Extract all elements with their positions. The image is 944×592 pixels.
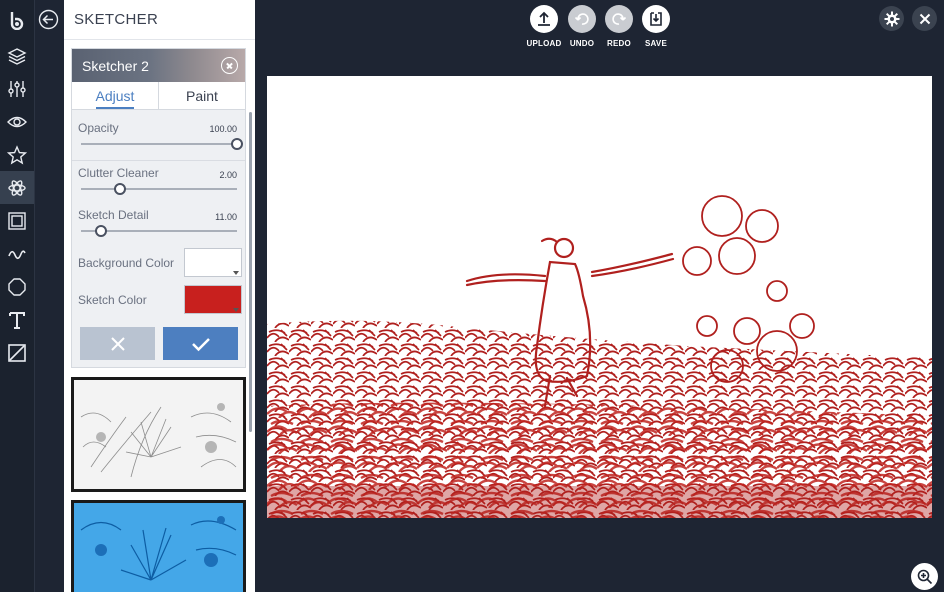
slider-knob[interactable]	[231, 138, 243, 150]
sketch-detail-label: Sketch Detail	[78, 208, 149, 222]
upload-label: UPLOAD	[526, 39, 562, 48]
settings-gear-icon[interactable]	[879, 6, 904, 31]
slider-knob[interactable]	[114, 183, 126, 195]
slider-track	[81, 143, 237, 145]
dropdown-arrow-icon	[233, 271, 239, 275]
close-icon	[110, 336, 125, 351]
close-editor-icon[interactable]	[912, 6, 937, 31]
upload-icon	[530, 5, 558, 33]
apply-button[interactable]	[163, 327, 238, 360]
eye-icon[interactable]	[0, 105, 34, 138]
dropdown-arrow-icon	[233, 308, 239, 312]
tab-paint-label: Paint	[186, 88, 218, 104]
background-color-swatch[interactable]	[184, 248, 242, 277]
panel-divider	[64, 39, 255, 40]
text-icon[interactable]	[0, 303, 34, 336]
upload-button[interactable]: UPLOAD	[524, 5, 564, 48]
preset-thumbnail-blue[interactable]	[71, 500, 246, 592]
tab-adjust-label: Adjust	[95, 88, 135, 109]
effects-icon[interactable]	[0, 171, 34, 204]
redo-label: REDO	[607, 39, 631, 48]
clutter-cleaner-label: Clutter Cleaner	[78, 166, 159, 180]
logo-icon[interactable]	[0, 3, 34, 36]
preset-thumbnail-pencil[interactable]	[71, 377, 246, 492]
panel-scrollbar[interactable]	[249, 112, 252, 432]
card-title: Sketcher 2	[82, 58, 149, 74]
opacity-slider[interactable]	[81, 137, 243, 151]
cancel-button[interactable]	[80, 327, 155, 360]
redo-button[interactable]: REDO	[599, 5, 639, 48]
image-canvas[interactable]	[267, 76, 932, 518]
sketch-detail-value: 11.00	[215, 212, 237, 222]
sketch-color-swatch[interactable]	[184, 285, 242, 314]
sketch-color-label: Sketch Color	[78, 293, 147, 307]
frame-icon[interactable]	[0, 204, 34, 237]
shape-icon[interactable]	[0, 270, 34, 303]
undo-button[interactable]: UNDO	[562, 5, 602, 48]
undo-label: UNDO	[569, 39, 595, 48]
save-icon	[642, 5, 670, 33]
redo-icon	[605, 5, 633, 33]
layers-icon[interactable]	[0, 39, 34, 72]
save-button[interactable]: SAVE	[636, 5, 676, 48]
background-color-label: Background Color	[78, 256, 175, 270]
back-arrow-icon[interactable]	[38, 9, 59, 30]
card-header: Sketcher 2	[72, 49, 245, 82]
sketch-image	[267, 195, 932, 518]
zoom-icon[interactable]	[911, 563, 938, 590]
back-column	[35, 0, 64, 592]
save-label: SAVE	[645, 39, 667, 48]
panel-title: SKETCHER	[74, 11, 159, 28]
icon-rail	[0, 0, 35, 592]
sketcher-panel: SKETCHER Sketcher 2 Adjust Paint Opacity…	[64, 0, 255, 592]
check-icon	[191, 337, 210, 351]
close-effect-icon[interactable]	[221, 57, 238, 74]
separator	[72, 160, 245, 161]
sketch-detail-slider[interactable]	[81, 224, 237, 238]
undo-icon	[568, 5, 596, 33]
tab-paint[interactable]: Paint	[159, 82, 245, 110]
effect-settings-card: Sketcher 2 Adjust Paint Opacity 100.00 C…	[71, 48, 246, 368]
tab-adjust[interactable]: Adjust	[72, 82, 159, 110]
clutter-cleaner-slider[interactable]	[81, 182, 237, 196]
opacity-value: 100.00	[209, 124, 237, 134]
slider-knob[interactable]	[95, 225, 108, 237]
slider-track	[81, 188, 237, 190]
draw-icon[interactable]	[0, 237, 34, 270]
clutter-cleaner-value: 2.00	[219, 170, 237, 180]
opacity-label: Opacity	[78, 121, 119, 135]
adjust-icon[interactable]	[0, 72, 34, 105]
star-icon[interactable]	[0, 138, 34, 171]
texture-icon[interactable]	[0, 336, 34, 369]
